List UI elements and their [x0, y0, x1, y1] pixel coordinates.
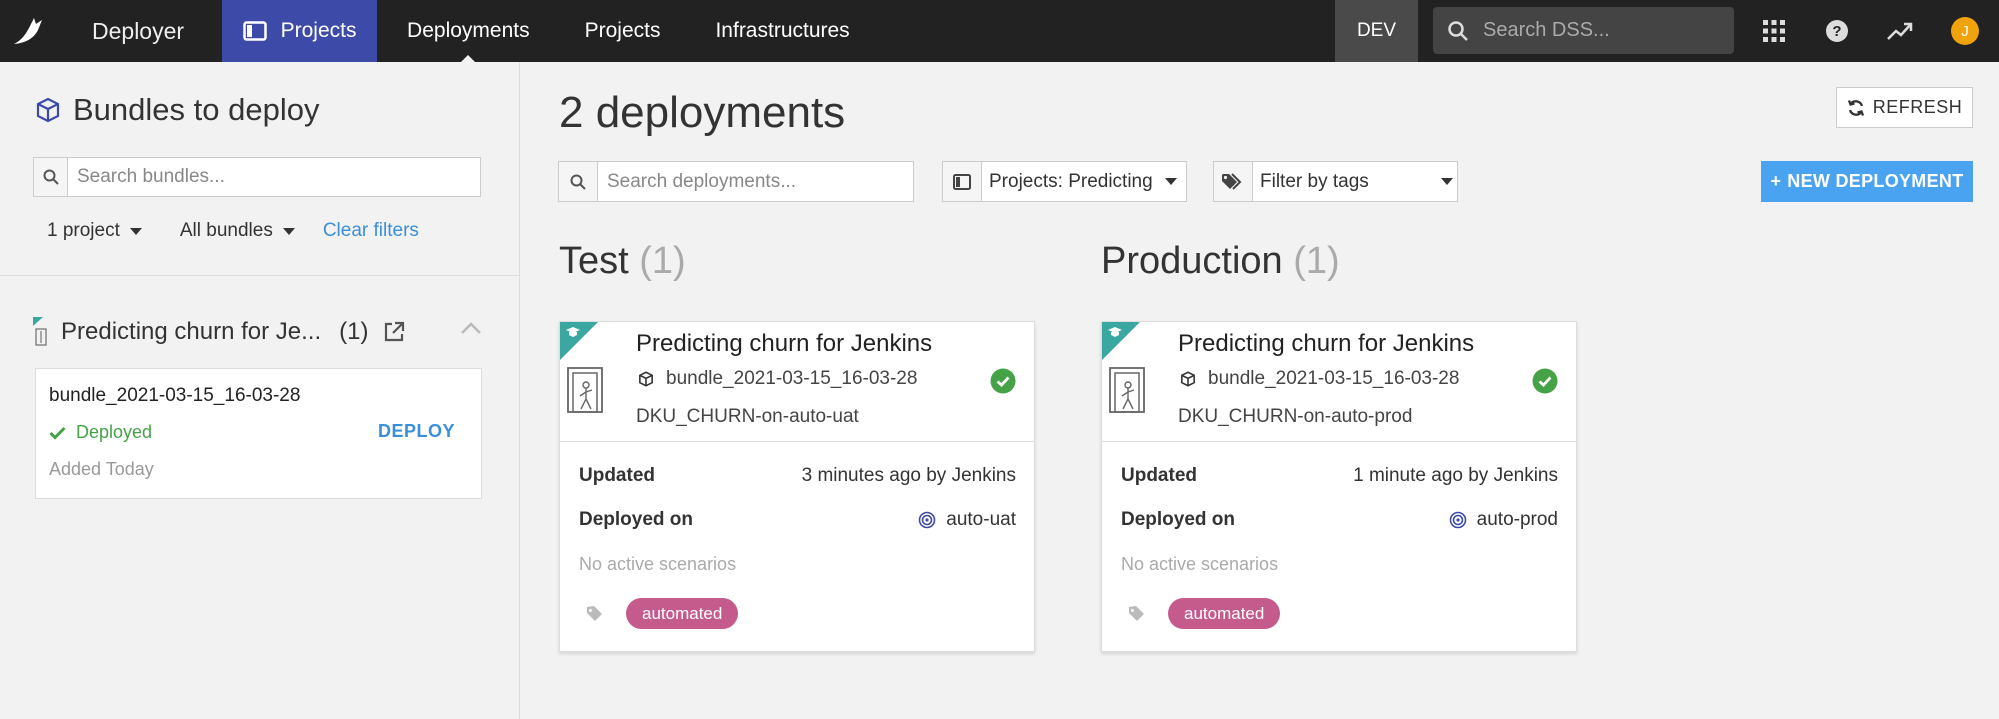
divider: [560, 441, 1034, 442]
top-navbar: Deployer Projects Deployments Projects I…: [0, 0, 1999, 63]
projects-icon: [943, 162, 982, 201]
project-bundle-count: (1): [339, 318, 369, 345]
tag-icon: [1129, 606, 1144, 621]
graduation-cap-icon: [566, 327, 580, 337]
card-title[interactable]: Predicting churn for Jenkins: [636, 330, 932, 358]
search-icon: [559, 162, 598, 201]
bundle-status: Deployed: [49, 422, 152, 443]
deploy-button[interactable]: DEPLOY: [378, 421, 455, 442]
divider: [0, 275, 520, 276]
caret-down-icon: [1441, 178, 1453, 185]
card-title[interactable]: Predicting churn for Jenkins: [1178, 330, 1474, 358]
nav-projects-label: Projects: [280, 19, 357, 42]
stage-title-test: Test (1): [559, 240, 686, 282]
bundle-card[interactable]: bundle_2021-03-15_16-03-28 Deployed DEPL…: [35, 368, 482, 499]
global-search-input[interactable]: [1483, 19, 1713, 42]
apps-grid-icon[interactable]: [1761, 18, 1787, 44]
caret-down-icon: [1165, 178, 1177, 185]
bundle-cube-icon: [36, 97, 60, 123]
no-scenarios-text: No active scenarios: [1121, 554, 1279, 574]
app-name: Deployer: [92, 17, 185, 44]
bundle-added-date: Added Today: [49, 459, 154, 479]
card-bundle: bundle_2021-03-15_16-03-28: [638, 368, 917, 390]
check-icon: [49, 426, 66, 440]
project-filter-dropdown[interactable]: 1 project: [47, 220, 142, 242]
deployment-search[interactable]: [558, 161, 914, 202]
search-icon: [34, 158, 68, 196]
bundle-name: bundle_2021-03-15_16-03-28: [49, 385, 301, 406]
graduation-cap-icon: [1108, 327, 1122, 337]
nav-projects-active-tab[interactable]: Projects: [222, 0, 378, 62]
infrastructure-link[interactable]: auto-prod: [1477, 509, 1558, 531]
bundle-cube-icon: [1181, 371, 1195, 387]
bundles-title: Bundles to deploy: [35, 92, 319, 128]
project-thumbnail-icon: [33, 317, 47, 346]
bundle-cube-icon: [639, 371, 653, 387]
stage-title-production: Production (1): [1101, 240, 1340, 282]
caret-down-icon: [129, 227, 142, 235]
chevron-up-icon[interactable]: [459, 320, 483, 336]
divider: [1102, 441, 1576, 442]
caret-down-icon: [282, 227, 295, 235]
infrastructure-target-icon: [918, 511, 936, 529]
infrastructure-link[interactable]: auto-uat: [946, 509, 1016, 531]
infrastructure-target-icon: [1449, 511, 1466, 529]
project-door-icon: [1109, 367, 1145, 413]
env-badge: DEV: [1335, 0, 1418, 62]
card-deployment-id: DKU_CHURN-on-auto-prod: [1178, 406, 1413, 427]
project-name: Predicting churn for Je...: [61, 318, 322, 345]
new-deployment-button[interactable]: + NEW DEPLOYMENT: [1761, 161, 1973, 202]
dataiku-logo-icon[interactable]: [0, 0, 58, 62]
bundle-filters: 1 project All bundles Clear filters: [47, 220, 419, 242]
status-ok-icon: [990, 368, 1016, 394]
nav-deployments-label: Deployments: [407, 19, 530, 42]
nav-projects[interactable]: Projects: [585, 0, 661, 62]
global-search[interactable]: [1433, 7, 1734, 54]
project-door-icon: [567, 367, 603, 413]
tags-icon: [1214, 162, 1253, 201]
clear-filters-link[interactable]: Clear filters: [323, 220, 419, 242]
external-link-icon[interactable]: [382, 320, 406, 344]
no-scenarios-text: No active scenarios: [579, 554, 737, 574]
projects-icon: [242, 21, 267, 41]
svg-text:?: ?: [1832, 23, 1841, 40]
card-deployment-id: DKU_CHURN-on-auto-uat: [636, 406, 859, 427]
deployment-card-test[interactable]: Predicting churn for Jenkins bundle_2021…: [559, 321, 1035, 652]
updated-row: Updated 1 minute ago by Jenkins: [1121, 465, 1558, 486]
deployment-card-production[interactable]: Predicting churn for Jenkins bundle_2021…: [1101, 321, 1577, 652]
tags-filter-dropdown[interactable]: Filter by tags: [1213, 161, 1458, 202]
tag-pill[interactable]: automated: [1168, 598, 1281, 629]
nav-infrastructures[interactable]: Infrastructures: [715, 0, 849, 62]
search-icon: [1448, 20, 1468, 41]
nav-deployments[interactable]: Deployments: [407, 0, 530, 63]
deployment-search-input[interactable]: [598, 162, 908, 201]
nav-projects-link-label: Projects: [584, 19, 661, 42]
tag-pill[interactable]: automated: [626, 598, 739, 629]
bundles-panel: Bundles to deploy 1 project All bundles …: [0, 62, 520, 719]
deployed-on-row: Deployed on auto-prod: [1121, 509, 1558, 531]
trend-icon[interactable]: [1887, 18, 1913, 44]
projects-filter-dropdown[interactable]: Projects: Predicting: [942, 161, 1187, 202]
user-avatar[interactable]: J: [1951, 17, 1979, 45]
bundles-filter-dropdown[interactable]: All bundles: [180, 220, 295, 242]
nav-infrastructures-label: Infrastructures: [715, 19, 850, 42]
project-group-header[interactable]: Predicting churn for Je... (1): [33, 314, 483, 350]
tag-icon: [587, 606, 602, 621]
card-bundle: bundle_2021-03-15_16-03-28: [1180, 368, 1459, 390]
plus-icon: +: [1770, 171, 1782, 191]
page-title: 2 deployments: [559, 88, 846, 137]
help-icon[interactable]: ?: [1824, 18, 1850, 44]
deployed-on-row: Deployed on auto-uat: [579, 509, 1016, 531]
refresh-button[interactable]: REFRESH: [1836, 87, 1973, 128]
bundle-search[interactable]: [33, 157, 481, 197]
status-ok-icon: [1532, 368, 1558, 394]
refresh-icon: [1847, 99, 1864, 116]
bundle-search-input[interactable]: [68, 158, 468, 196]
bundles-title-text: Bundles to deploy: [73, 92, 320, 127]
updated-row: Updated 3 minutes ago by Jenkins: [579, 465, 1016, 486]
